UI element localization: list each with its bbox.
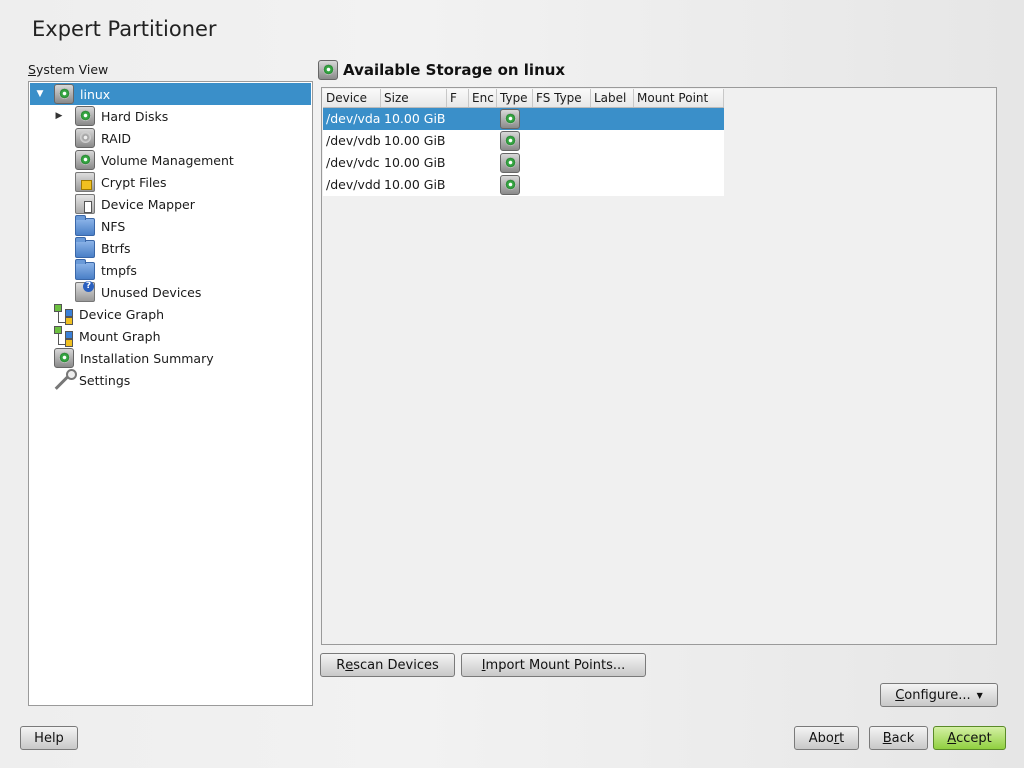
column-header[interactable]: Size — [381, 89, 447, 107]
hard-disk-icon — [75, 106, 95, 126]
system-view-label: System View — [28, 62, 109, 77]
back-button[interactable]: Back — [869, 726, 928, 750]
system-view-tree[interactable]: ▼ linux ▶ Hard Disks RAID Volume Managem… — [28, 81, 313, 706]
page-title: Expert Partitioner — [32, 17, 217, 41]
size-cell: 10.00 GiB — [384, 177, 446, 192]
size-cell: 10.00 GiB — [384, 111, 446, 126]
hard-disk-icon — [54, 84, 74, 104]
table-row[interactable]: /dev/vda 10.00 GiB — [323, 108, 724, 130]
storage-heading-label: Available Storage on linux — [343, 61, 566, 79]
storage-heading: Available Storage on linux — [318, 60, 565, 80]
tree-item-btrfs[interactable]: Btrfs — [75, 237, 131, 259]
unused-devices-icon — [75, 281, 95, 302]
tree-item-label: Crypt Files — [101, 174, 167, 190]
table-row[interactable]: /dev/vdb 10.00 GiB — [323, 130, 724, 152]
tree-item-crypt-files[interactable]: Crypt Files — [75, 171, 167, 193]
hard-disk-icon — [500, 153, 520, 173]
device-cell: /dev/vdc — [326, 155, 380, 170]
tree-item-label: Settings — [79, 372, 131, 388]
tree-item-unused-devices[interactable]: Unused Devices — [75, 281, 201, 303]
folder-icon — [75, 259, 95, 280]
graph-icon — [53, 325, 75, 347]
tree-item-label: tmpfs — [101, 262, 137, 278]
table-header: Device Size F Enc Type FS Type Label Mou… — [323, 89, 724, 108]
tree-item-label: Installation Summary — [80, 350, 214, 366]
tree-item-label: Device Mapper — [101, 196, 195, 212]
tree-item-label: NFS — [101, 218, 126, 234]
graph-icon — [53, 303, 75, 325]
size-cell: 10.00 GiB — [384, 155, 446, 170]
tree-item-installation-summary[interactable]: Installation Summary — [54, 347, 214, 369]
tree-item-volume-management[interactable]: Volume Management — [75, 149, 234, 171]
folder-icon — [75, 215, 95, 236]
table-row[interactable]: /dev/vdd 10.00 GiB — [323, 174, 724, 196]
raid-icon — [75, 128, 95, 148]
accept-button[interactable]: Accept — [933, 726, 1006, 750]
tree-item-label: Volume Management — [101, 152, 234, 168]
chevron-down-icon[interactable]: ▼ — [34, 88, 46, 100]
tree-item-settings[interactable]: Settings — [53, 369, 130, 391]
lock-icon — [75, 172, 95, 192]
tree-item-device-mapper[interactable]: Device Mapper — [75, 193, 195, 215]
column-header[interactable]: F — [447, 89, 469, 107]
tree-item-label: Device Graph — [79, 306, 165, 322]
device-cell: /dev/vda — [326, 111, 381, 126]
rescan-devices-button[interactable]: Re scan Devices — [320, 653, 455, 677]
tree-item-label: linux — [80, 86, 111, 102]
storage-table[interactable]: Device Size F Enc Type FS Type Label Mou… — [323, 89, 724, 196]
tree-item-device-graph[interactable]: Device Graph — [53, 303, 164, 325]
hard-disk-icon — [500, 109, 520, 129]
wrench-icon — [53, 369, 77, 391]
tree-item-tmpfs[interactable]: tmpfs — [75, 259, 137, 281]
hard-disk-icon — [500, 131, 520, 151]
tree-item-label: Hard Disks — [101, 108, 169, 124]
table-row[interactable]: /dev/vdc 10.00 GiB — [323, 152, 724, 174]
column-header[interactable]: FS Type — [533, 89, 591, 107]
size-cell: 10.00 GiB — [384, 133, 446, 148]
abort-button[interactable]: Abo r t — [794, 726, 859, 750]
tree-item-label: Btrfs — [101, 240, 131, 256]
device-mapper-icon — [75, 194, 95, 214]
hard-disk-icon — [54, 348, 74, 368]
tree-item-mount-graph[interactable]: Mount Graph — [53, 325, 161, 347]
folder-icon — [75, 237, 95, 258]
column-header[interactable]: Enc — [469, 89, 497, 107]
column-header[interactable]: Type — [497, 89, 533, 107]
volume-icon — [75, 150, 95, 170]
configure-button[interactable]: Configure... ▼ — [880, 683, 998, 707]
storage-table-panel: Device Size F Enc Type FS Type Label Mou… — [321, 87, 997, 645]
chevron-right-icon[interactable]: ▶ — [53, 110, 65, 122]
device-cell: /dev/vdd — [326, 177, 381, 192]
tree-item-label: RAID — [101, 130, 132, 146]
tree-item-label: Unused Devices — [101, 284, 202, 300]
device-cell: /dev/vdb — [326, 133, 381, 148]
tree-item-hard-disks[interactable]: ▶ Hard Disks — [53, 105, 168, 127]
tree-item-label: Mount Graph — [79, 328, 161, 344]
tree-item-linux[interactable]: ▼ linux — [30, 83, 311, 105]
column-header[interactable]: Device — [323, 89, 381, 107]
tree-item-nfs[interactable]: NFS — [75, 215, 125, 237]
column-header[interactable]: Mount Point — [634, 89, 724, 107]
tree-item-raid[interactable]: RAID — [75, 127, 131, 149]
help-button[interactable]: Help — [20, 726, 78, 750]
import-mount-points-button[interactable]: Import Mount Points... — [461, 653, 646, 677]
column-header[interactable]: Label — [591, 89, 634, 107]
hard-disk-icon — [500, 175, 520, 195]
hard-disk-icon — [318, 60, 338, 80]
chevron-down-icon: ▼ — [976, 690, 983, 700]
